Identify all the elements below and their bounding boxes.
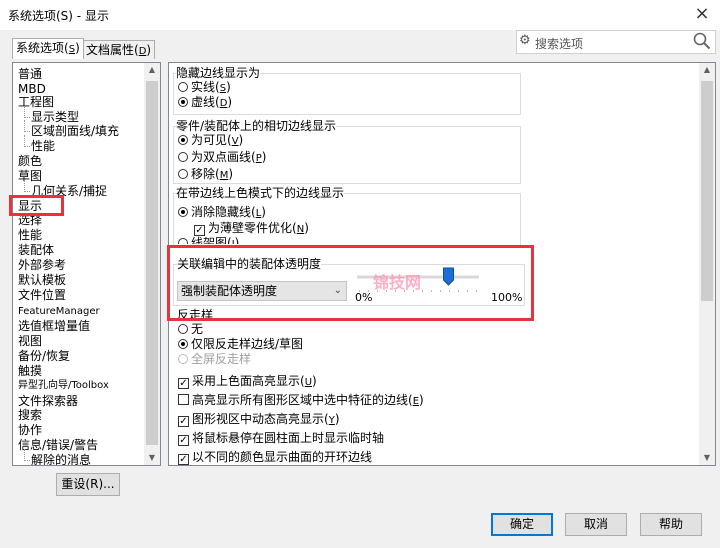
radio-solid[interactable]: 实线(S) <box>178 80 231 96</box>
tree-connector <box>24 120 30 132</box>
tree-item[interactable]: 触摸 <box>18 364 42 378</box>
radio-indicator <box>178 354 188 364</box>
checkbox-indicator <box>178 394 189 405</box>
scroll-down-icon[interactable]: ▼ <box>699 453 715 462</box>
cancel-button[interactable]: 取消 <box>565 513 627 536</box>
tree-item[interactable]: 搜索 <box>18 408 42 422</box>
tree-connector <box>24 449 30 461</box>
gear-icon: ⚙ <box>519 33 531 48</box>
tree-item[interactable]: 文件位置 <box>18 288 66 302</box>
radio-wireframe[interactable]: 线架图(I) <box>178 236 239 244</box>
radio-aa-fullscreen[interactable]: 全屏反走样 <box>178 352 251 366</box>
tree-item[interactable]: 协作 <box>18 423 42 437</box>
tree-connector <box>24 180 30 192</box>
settings-scrollbar-thumb[interactable] <box>701 81 713 301</box>
highlight-box-transparency <box>167 245 534 321</box>
group-title-shaded-edges: 在带边线上色模式下的边线显示 <box>176 186 345 200</box>
radio-remove-hidden-lines[interactable]: 消除隐藏线(L) <box>178 205 266 221</box>
radio-visible[interactable]: 为可见(V) <box>178 133 243 149</box>
group-title-hidden-edges: 隐藏边线显示为 <box>176 66 261 80</box>
tree-item[interactable]: 选值框增量值 <box>18 319 90 333</box>
ok-button[interactable]: 确定 <box>491 513 553 536</box>
tree-item[interactable]: 性能 <box>31 139 55 153</box>
tree-item[interactable]: 草图 <box>18 169 42 183</box>
tree-item[interactable]: 普通 <box>18 67 42 81</box>
tree-item[interactable]: 信息/错误/警告 <box>18 438 98 452</box>
checkbox-indicator: ✓ <box>194 225 205 236</box>
radio-aa-edges[interactable]: 仅限反走样边线/草图 <box>178 337 303 351</box>
radio-indicator <box>178 207 188 217</box>
reset-button[interactable]: 重设(R)... <box>56 473 120 496</box>
radio-phantom[interactable]: 为双点画线(P) <box>178 150 266 166</box>
tree-scrollbar[interactable]: ▲ ▼ <box>144 63 160 465</box>
options-tree[interactable]: 普通 MBD 工程图 显示类型 区域剖面线/填充 性能 颜色 草图 几何关系/捕捉 显示 选择 性能装… <box>12 62 161 466</box>
radio-indicator <box>178 339 188 349</box>
tree-item[interactable]: 解除的消息 <box>31 453 91 465</box>
tree-item[interactable]: FeatureManager <box>18 305 100 319</box>
radio-aa-none[interactable]: 无 <box>178 322 203 336</box>
radio-indicator <box>178 97 188 107</box>
radio-indicator <box>178 169 188 179</box>
check-open-edges[interactable]: ✓ 以不同的颜色显示曲面的开环边线 <box>178 450 372 465</box>
tree-connector <box>24 106 30 118</box>
check-shaded-highlight[interactable]: ✓ 采用上色面高亮显示(U) <box>178 374 317 390</box>
radio-indicator <box>178 135 188 145</box>
tree-item[interactable]: 视图 <box>18 334 42 348</box>
search-input[interactable]: ⚙ 搜索选项 <box>516 30 716 54</box>
check-thin-wall[interactable]: ✓ 为薄壁零件优化(N) <box>194 221 309 237</box>
radio-indicator <box>178 238 188 244</box>
scroll-up-icon[interactable]: ▲ <box>699 65 715 74</box>
checkbox-indicator: ✓ <box>178 416 189 427</box>
scroll-up-icon[interactable]: ▲ <box>144 65 160 74</box>
tree-item[interactable]: 外部参考 <box>18 258 66 272</box>
tree-item[interactable]: 显示类型 <box>31 110 79 124</box>
tree-item[interactable]: 颜色 <box>18 154 42 168</box>
highlight-box-display <box>9 195 64 216</box>
tree-scrollbar-thumb[interactable] <box>146 81 158 445</box>
check-temp-axis[interactable]: ✓ 将鼠标悬停在圆柱面上时显示临时轴 <box>178 431 384 446</box>
search-placeholder: 搜索选项 <box>535 37 584 51</box>
check-highlight-edges[interactable]: 高亮显示所有图形区域中选中特征的边线(E) <box>178 393 424 409</box>
checkbox-indicator: ✓ <box>178 454 189 465</box>
radio-remove[interactable]: 移除(M) <box>178 167 233 183</box>
checkbox-indicator: ✓ <box>178 378 189 389</box>
tree-connector <box>24 135 30 147</box>
radio-indicator <box>178 82 188 92</box>
checkbox-indicator: ✓ <box>178 435 189 446</box>
tree-item[interactable]: MBD <box>18 82 46 96</box>
group-title-tangent-edges: 零件/装配体上的相切边线显示 <box>176 119 337 133</box>
help-button[interactable]: 帮助 <box>640 513 702 536</box>
tree-item[interactable]: 异型孔向导/Toolbox <box>18 379 109 393</box>
radio-dashed[interactable]: 虚线(D) <box>178 95 232 111</box>
tree-item[interactable]: 区域剖面线/填充 <box>31 124 119 138</box>
scroll-down-icon[interactable]: ▼ <box>144 453 160 462</box>
tab-document-properties[interactable]: 文档属性(D) <box>82 40 156 59</box>
window-title: 系统选项(S) - 显示 <box>8 9 109 23</box>
radio-indicator <box>178 152 188 162</box>
tree-item[interactable]: 装配体 <box>18 243 54 257</box>
tree-item[interactable]: 备份/恢复 <box>18 349 70 363</box>
search-icon[interactable] <box>693 32 711 50</box>
radio-indicator <box>178 324 188 334</box>
settings-scrollbar[interactable]: ▲ ▼ <box>699 63 715 465</box>
tree-item[interactable]: 文件探索器 <box>18 394 78 408</box>
tab-system-options[interactable]: 系统选项(S) <box>12 38 84 59</box>
tree-item[interactable]: 性能 <box>18 228 42 242</box>
check-dynamic-highlight[interactable]: ✓ 图形视区中动态高亮显示(Y) <box>178 412 340 428</box>
tree-item[interactable]: 默认模板 <box>18 273 66 287</box>
close-icon[interactable]: × <box>688 2 716 26</box>
